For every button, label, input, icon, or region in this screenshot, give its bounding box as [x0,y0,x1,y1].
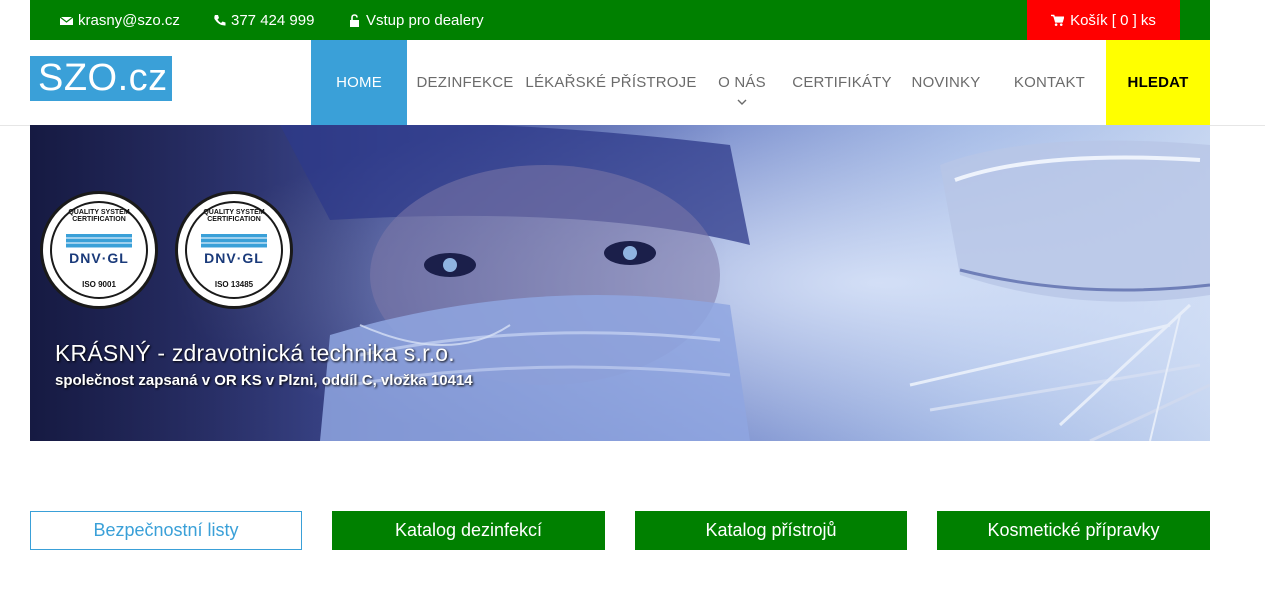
safety-sheets-button[interactable]: Bezpečnostní listy [30,511,302,550]
nav-dezinfekce[interactable]: DEZINFEKCE [407,40,523,125]
badge-iso-number: ISO 9001 [82,280,116,289]
dnv-gl-logo: DNV·GL [204,250,264,266]
site-logo[interactable]: SZO.cz [30,56,172,101]
nav-o-nas-label: O NÁS [718,74,766,91]
hero-banner: QUALITY SYSTEM CERTIFICATION DNV·GL ISO … [30,125,1210,441]
badge-caption: QUALITY SYSTEM CERTIFICATION [68,209,130,223]
email-text: krasny@szo.cz [78,11,180,29]
dnv-gl-logo: DNV·GL [69,250,129,266]
hero-company-registration: společnost zapsaná v OR KS v Plzni, oddí… [55,372,473,389]
iso-9001-badge: QUALITY SYSTEM CERTIFICATION DNV·GL ISO … [40,191,158,309]
badge-iso-number: ISO 13485 [214,280,254,289]
phone-icon [214,14,226,26]
chevron-down-icon [737,99,747,105]
unlock-icon [350,13,359,27]
dealer-login-text: Vstup pro dealery [366,11,484,29]
top-bar: krasny@szo.cz 377 424 999 Vstup pro deal… [30,0,1210,40]
phone-link[interactable]: 377 424 999 [213,0,314,40]
nav-certifikaty[interactable]: CERTIFIKÁTY [785,40,899,125]
badge-caption: QUALITY SYSTEM CERTIFICATION [203,209,265,223]
nav-lekarske-pristroje[interactable]: LÉKAŘSKÉ PŘÍSTROJE [523,40,699,125]
cart-text: Košík [ 0 ] ks [1070,11,1156,29]
header: SZO.cz HOME DEZINFEKCE LÉKAŘSKÉ PŘÍSTROJ… [0,40,1265,126]
nav-novinky[interactable]: NOVINKY [899,40,993,125]
phone-text: 377 424 999 [231,11,315,29]
cosmetics-button[interactable]: Kosmetické přípravky [937,511,1210,550]
nav-home[interactable]: HOME [311,40,407,125]
nav-kontakt[interactable]: KONTAKT [993,40,1106,125]
cart-button[interactable]: Košík [ 0 ] ks [1027,0,1180,40]
main-nav: HOME DEZINFEKCE LÉKAŘSKÉ PŘÍSTROJE O NÁS… [311,40,1210,125]
dealer-login-link[interactable]: Vstup pro dealery [348,0,484,40]
email-link[interactable]: krasny@szo.cz [60,0,180,40]
nav-search-button[interactable]: HLEDAT [1106,40,1210,125]
hero-company-name: KRÁSNÝ - zdravotnická technika s.r.o. [55,340,455,366]
cart-icon [1051,14,1065,26]
iso-13485-badge: QUALITY SYSTEM CERTIFICATION DNV·GL ISO … [175,191,293,309]
dnv-stripes [66,234,132,248]
dnv-stripes [201,234,267,248]
instruments-catalog-button[interactable]: Katalog přístrojů [635,511,907,550]
envelope-icon [60,16,73,25]
disinfection-catalog-button[interactable]: Katalog dezinfekcí [332,511,605,550]
nav-o-nas[interactable]: O NÁS [699,40,785,125]
